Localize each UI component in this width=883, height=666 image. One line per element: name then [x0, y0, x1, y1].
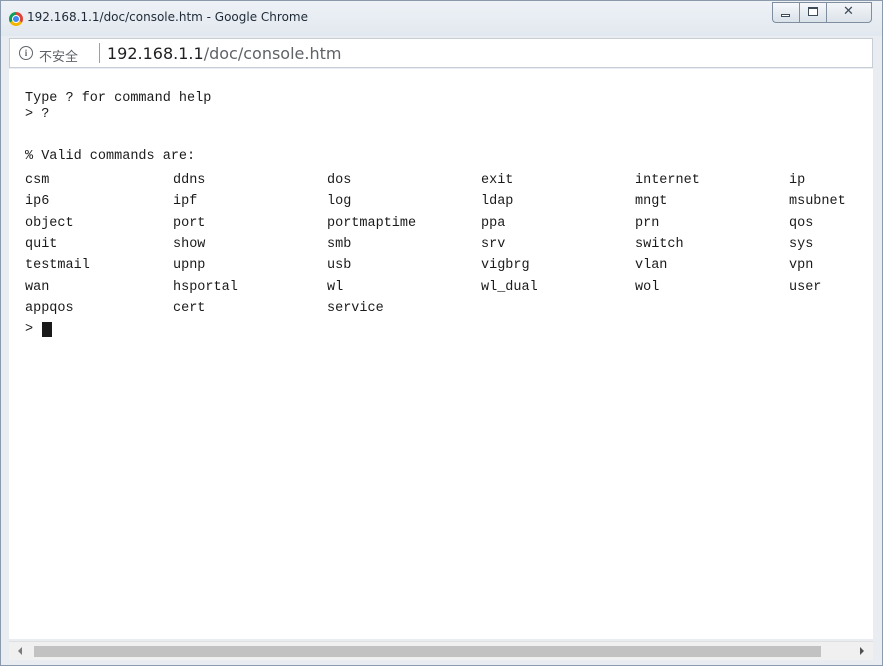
command-item: cert [173, 300, 206, 316]
address-divider [99, 43, 100, 63]
maximize-icon [808, 7, 818, 16]
command-item: log [327, 194, 352, 210]
command-item: quit [25, 236, 58, 252]
command-item: wl [327, 279, 344, 295]
console-intro: Type ? for command help [25, 91, 212, 106]
command-item: dos [327, 173, 352, 188]
command-item: object [25, 215, 74, 231]
address-bar[interactable]: i 不安全 192.168.1.1/doc/console.htm [9, 38, 873, 68]
command-item: exit [481, 173, 514, 188]
command-item: csm [25, 173, 50, 188]
command-item: ppa [481, 215, 506, 231]
close-button[interactable]: ✕ [826, 2, 872, 23]
scroll-left-icon[interactable] [18, 647, 22, 655]
command-item: sys [789, 236, 814, 252]
command-item: vigbrg [481, 258, 530, 274]
command-item: show [173, 236, 206, 252]
window-controls: ✕ [772, 2, 872, 23]
command-item: vpn [789, 258, 814, 274]
scrollbar-thumb[interactable] [34, 646, 821, 657]
browser-window: 192.168.1.1/doc/console.htm - Google Chr… [0, 0, 883, 666]
console-prompt: > [25, 322, 34, 337]
minimize-icon [781, 14, 790, 17]
command-item: prn [635, 215, 660, 231]
command-item: hsportal [173, 279, 238, 295]
command-item: mngt [635, 194, 668, 210]
command-item: service [327, 300, 384, 316]
console-output[interactable]: Type ? for command help > ? % Valid comm… [9, 69, 873, 639]
command-item: ddns [173, 173, 206, 188]
command-item: smb [327, 236, 352, 252]
minimize-button[interactable] [772, 2, 799, 23]
security-status[interactable]: 不安全 [39, 46, 78, 65]
command-item: vlan [635, 258, 668, 274]
command-item: user [789, 279, 822, 295]
command-item: ip6 [25, 194, 50, 210]
console-prompt-help: > ? [25, 107, 50, 122]
command-item: upnp [173, 258, 206, 274]
window-title: 192.168.1.1/doc/console.htm - Google Chr… [27, 10, 308, 24]
command-item: port [173, 215, 206, 231]
close-icon: ✕ [843, 4, 854, 19]
maximize-button[interactable] [799, 2, 826, 23]
horizontal-scrollbar[interactable] [9, 641, 873, 660]
command-item: msubnet [789, 194, 846, 210]
chrome-logo-icon [9, 12, 23, 26]
command-item: ip [789, 173, 806, 188]
url-host: 192.168.1.1 [107, 44, 204, 63]
command-item: wan [25, 279, 50, 295]
url-text[interactable]: 192.168.1.1/doc/console.htm [107, 44, 341, 63]
command-item: wl_dual [481, 279, 538, 295]
command-item: internet [635, 173, 700, 188]
command-item: ipf [173, 194, 198, 210]
command-item: qos [789, 215, 814, 231]
scroll-right-icon[interactable] [860, 647, 864, 655]
command-item: wol [635, 279, 660, 295]
command-item: usb [327, 258, 352, 274]
url-path: /doc/console.htm [203, 44, 342, 63]
command-item: testmail [25, 258, 90, 274]
info-icon[interactable]: i [19, 46, 33, 60]
command-item: appqos [25, 300, 74, 316]
text-cursor [42, 322, 52, 337]
title-bar: 192.168.1.1/doc/console.htm - Google Chr… [1, 1, 882, 36]
command-item: srv [481, 236, 506, 252]
command-item: switch [635, 236, 684, 252]
command-item: portmaptime [327, 215, 417, 231]
command-item: ldap [481, 194, 514, 210]
console-valid-header: % Valid commands are: [25, 149, 196, 164]
